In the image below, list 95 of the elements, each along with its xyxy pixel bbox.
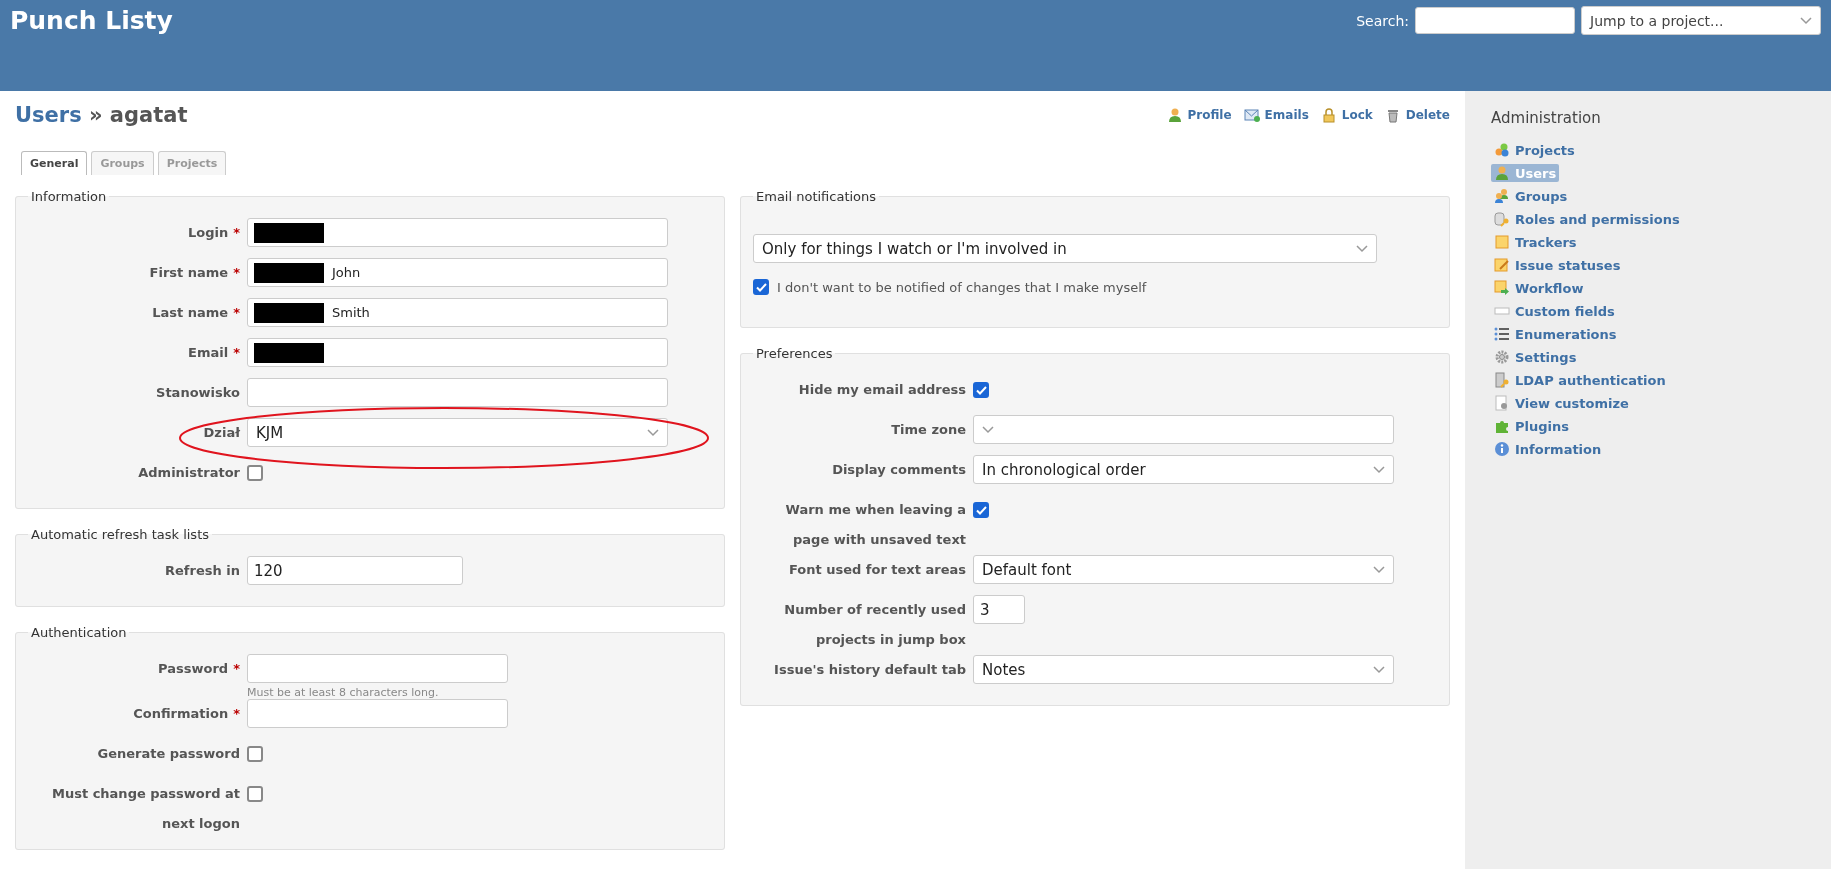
- menu-item[interactable]: Groups: [1491, 187, 1571, 205]
- action-link[interactable]: Profile: [1166, 107, 1232, 123]
- app-title: Punch Listy: [10, 6, 173, 35]
- field-label: Last name *: [151, 304, 240, 322]
- field-label: Font used for text areas: [787, 561, 966, 579]
- menu-item[interactable]: Trackers: [1491, 233, 1580, 251]
- project-jump-dropdown[interactable]: Jump to a project...: [1581, 6, 1821, 35]
- users-link[interactable]: Users: [15, 103, 82, 127]
- field-label: Password *: [157, 660, 240, 678]
- text-field[interactable]: [247, 699, 508, 728]
- tab[interactable]: General: [21, 151, 88, 175]
- chevron-icon: [1356, 244, 1368, 253]
- field-label: Must change password at next logon: [50, 785, 240, 833]
- action-link[interactable]: Lock: [1320, 107, 1373, 123]
- field-label: Refresh in: [164, 562, 240, 580]
- note-icon: [1494, 234, 1510, 250]
- section-legend: Automatic refresh task lists: [28, 527, 212, 542]
- field-label: Stanowisko: [155, 384, 240, 402]
- text-field[interactable]: [247, 338, 668, 367]
- text-field[interactable]: Smith: [247, 298, 668, 327]
- menu-item[interactable]: Plugins: [1491, 417, 1572, 435]
- field-label: Warn me when leaving a page with unsaved text: [784, 501, 966, 549]
- sidebar-title: Administration: [1491, 109, 1602, 127]
- chevron-icon: [1373, 665, 1385, 674]
- text-field[interactable]: 120: [247, 556, 463, 585]
- field-label: Hide my email address: [797, 381, 966, 399]
- puzzle-icon: [1494, 418, 1510, 434]
- people-icon: [1494, 188, 1510, 204]
- field-label: Email *: [187, 344, 240, 362]
- checkbox-label: I don't want to be notified of changes that I make myself: [777, 279, 1147, 295]
- tab[interactable]: Projects: [157, 151, 227, 175]
- checkbox[interactable]: [247, 465, 263, 481]
- chevron-icon: [1800, 16, 1812, 25]
- lock-icon: [1320, 107, 1337, 123]
- gear-icon: [1494, 349, 1510, 365]
- menu-item[interactable]: Issue statuses: [1491, 256, 1624, 274]
- field-label: Administrator: [137, 464, 240, 482]
- section-legend: Authentication: [28, 625, 130, 640]
- menu-item[interactable]: Projects: [1491, 141, 1578, 159]
- menu-item[interactable]: Workflow: [1491, 279, 1587, 297]
- field-label: Dział: [202, 424, 240, 442]
- dropdown[interactable]: Default font: [973, 555, 1394, 584]
- dropdown[interactable]: KJM: [247, 418, 668, 447]
- field-label: Login *: [186, 224, 240, 242]
- menu-item[interactable]: Roles and permissions: [1491, 210, 1683, 228]
- search-label: Search:: [1356, 12, 1409, 29]
- document-gear-icon: [1494, 395, 1510, 411]
- envelope-icon: [1243, 107, 1260, 123]
- tab[interactable]: Groups: [91, 151, 154, 175]
- field-label: First name *: [148, 264, 240, 282]
- menu-item[interactable]: LDAP authentication: [1491, 371, 1669, 389]
- chevron-icon: [1373, 465, 1385, 474]
- field-label: Display comments: [831, 461, 966, 479]
- text-field[interactable]: 3: [973, 595, 1025, 624]
- menu-item[interactable]: Enumerations: [1491, 325, 1620, 343]
- section-legend: Information: [28, 189, 110, 204]
- field-label: Time zone: [890, 421, 966, 439]
- action-link[interactable]: Emails: [1243, 107, 1309, 123]
- chevron-icon: [1373, 565, 1385, 574]
- section-legend: Preferences: [753, 346, 836, 361]
- dropdown[interactable]: Only for things I watch or I'm involved in: [753, 234, 1377, 263]
- menu-item[interactable]: Custom fields: [1491, 302, 1618, 320]
- checkbox[interactable]: [247, 746, 263, 762]
- checkbox[interactable]: [973, 502, 989, 518]
- circles-icon: [1494, 142, 1510, 158]
- person-icon: [1494, 165, 1510, 181]
- dropdown[interactable]: Notes: [973, 655, 1394, 684]
- hint-text: Must be at least 8 characters long.: [247, 686, 440, 699]
- dropdown[interactable]: In chronological order: [973, 455, 1394, 484]
- section-legend: Email notifications: [753, 189, 880, 204]
- list-icon: [1494, 326, 1510, 342]
- field-label: Number of recently used projects in jump box: [783, 601, 966, 649]
- action-link[interactable]: Delete: [1384, 107, 1450, 123]
- note-pencil-icon: [1494, 257, 1510, 273]
- text-field[interactable]: [247, 378, 668, 407]
- checkbox[interactable]: [247, 786, 263, 802]
- checkbox[interactable]: [973, 382, 989, 398]
- checkbox[interactable]: [753, 279, 769, 295]
- field-label: Confirmation *: [132, 705, 240, 723]
- search-field[interactable]: [1415, 7, 1575, 34]
- menu-item[interactable]: View customize: [1491, 394, 1632, 412]
- menu-item[interactable]: Settings: [1491, 348, 1580, 366]
- chevron-icon: [647, 428, 659, 437]
- server-key-icon: [1494, 372, 1510, 388]
- text-field[interactable]: John: [247, 258, 668, 287]
- text-field[interactable]: [247, 218, 668, 247]
- database-key-icon: [1494, 211, 1510, 227]
- text-field[interactable]: [247, 654, 508, 683]
- page-title: Users » agatat: [15, 103, 188, 127]
- person-icon: [1166, 107, 1183, 123]
- info-icon: [1494, 441, 1510, 457]
- field-label: Issue's history default tab: [773, 661, 966, 679]
- field-label: Generate password: [96, 745, 240, 763]
- chevron-icon: [982, 425, 994, 434]
- menu-item[interactable]: Information: [1491, 440, 1605, 458]
